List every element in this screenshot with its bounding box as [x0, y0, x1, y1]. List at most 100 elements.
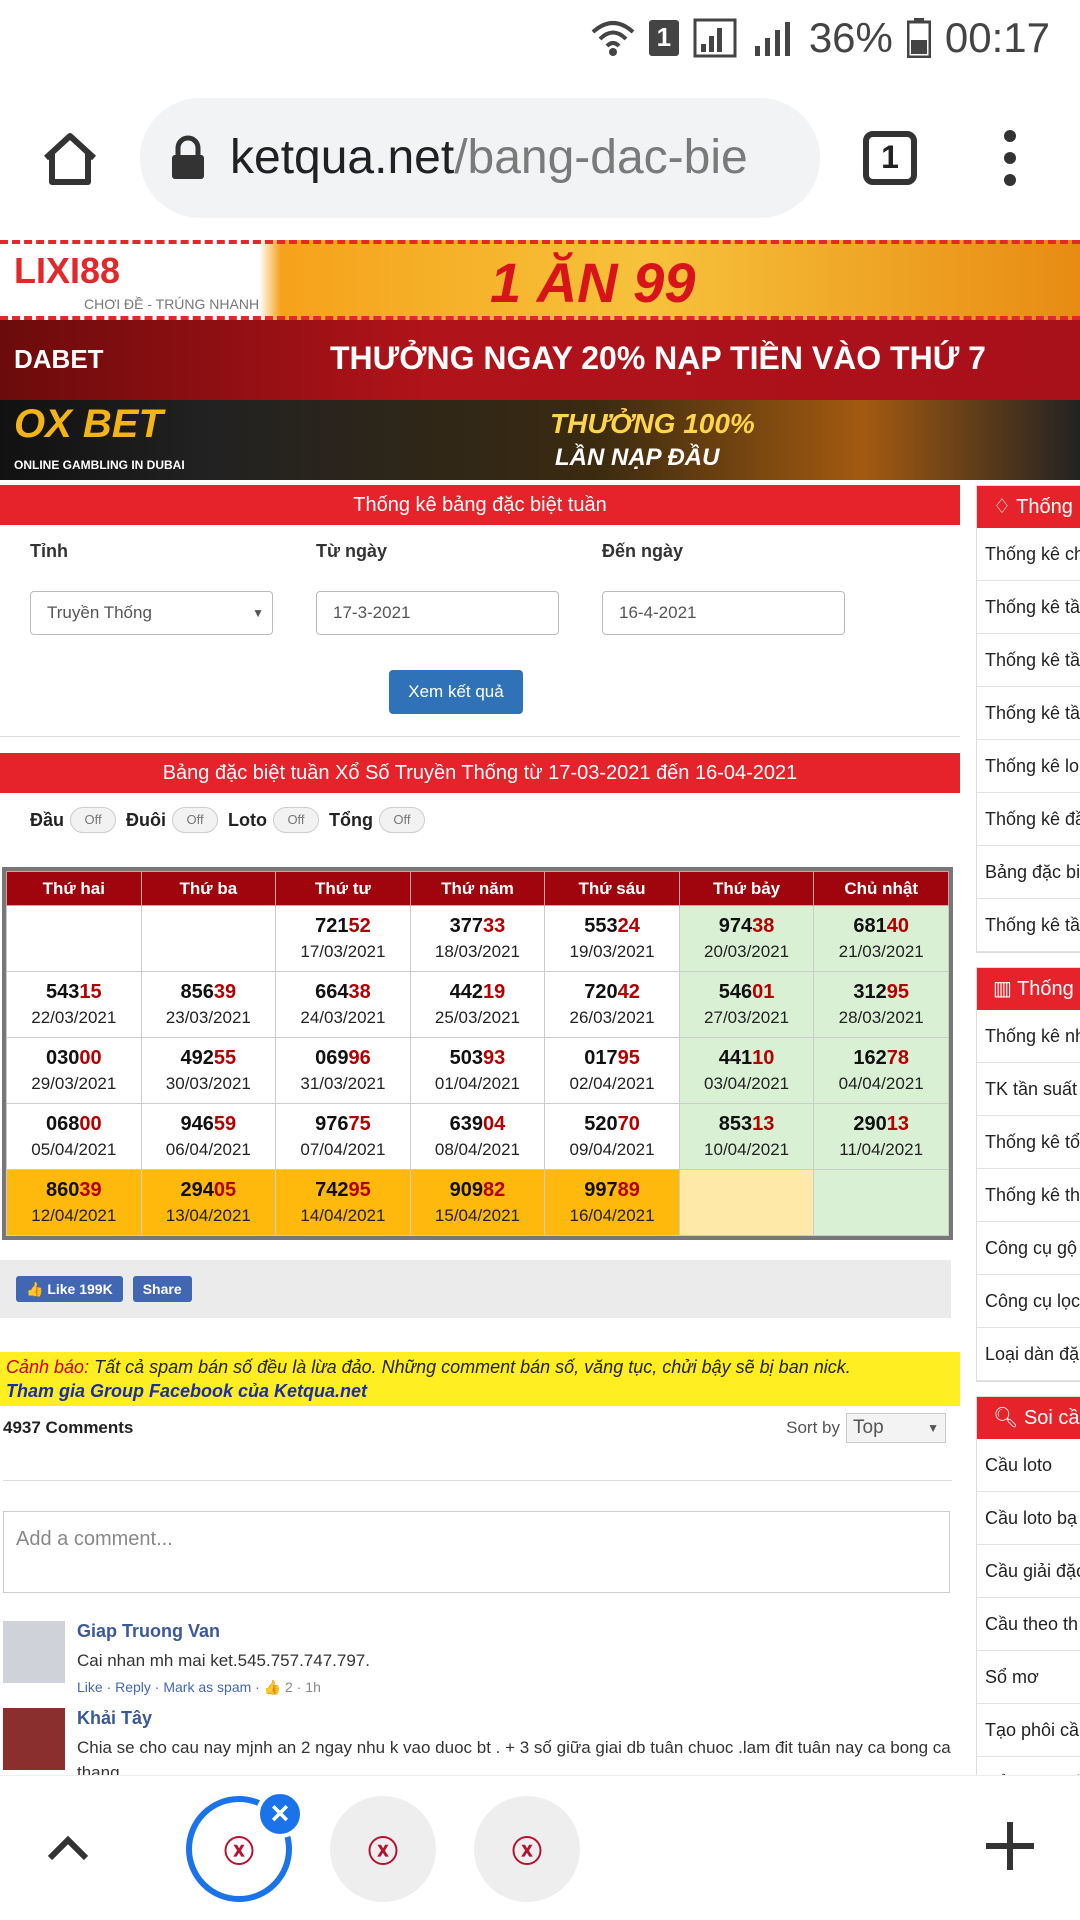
facebook-group-link[interactable]: Tham gia Group Facebook của Ketqua.net — [6, 1379, 954, 1403]
menu-button[interactable] — [960, 108, 1060, 208]
tab-thumbnail-active[interactable]: ⓧ × — [186, 1790, 304, 1902]
banner-oxbet[interactable]: OX BET ONLINE GAMBLING IN DUBAI THƯỞNG 1… — [0, 400, 1080, 480]
chevron-up-button[interactable] — [40, 1820, 96, 1881]
column-header: Chủ nhật — [813, 871, 949, 906]
submit-button[interactable]: Xem kết quả — [389, 670, 523, 714]
table-cell: 94659 06/04/2021 — [140, 1103, 277, 1170]
special-prize-number: 49255 — [142, 1047, 276, 1070]
fb-share-button[interactable]: Share — [132, 1276, 192, 1302]
sidebar-item[interactable]: Thống kê tầ — [977, 634, 1080, 687]
tinh-value: Truyền Thống — [47, 603, 152, 622]
add-comment-input[interactable]: Add a comment... — [3, 1511, 950, 1593]
wifi-icon — [591, 18, 635, 58]
sidebar: ♢ Thống Thống kê chThống kê tầ lotoThống… — [976, 485, 1080, 1775]
banner-lixi88-logo: LIXI88 — [14, 250, 121, 291]
warning-text: Tất cả spam bán số đều là lừa đảo. Những… — [89, 1357, 851, 1377]
url-host: ketqua.net — [230, 131, 455, 184]
table-cell: 74295 14/04/2021 — [275, 1169, 411, 1236]
sort-select[interactable]: Top ▼ — [846, 1413, 946, 1443]
sidebar-item[interactable]: Sổ mơ — [977, 1651, 1080, 1704]
to-date-input[interactable]: 16-4-2021 — [602, 591, 845, 635]
comment-author[interactable]: Khải Tây — [77, 1708, 960, 1729]
toggle-bar: Đầu Off Đuôi Off Loto Off Tổng Off — [0, 793, 960, 847]
sidebar-item[interactable]: Công cụ gộ — [977, 1222, 1080, 1275]
search-icon: 🔍︎ — [993, 1407, 1024, 1429]
sidebar-item[interactable]: Thống kê tầ loto — [977, 581, 1080, 634]
banner-dabet[interactable]: DABET THƯỞNG NGAY 20% NẠP TIỀN VÀO THỨ 7 — [0, 320, 1080, 400]
sidebar-item[interactable]: Tạo phôi cầ — [977, 1704, 1080, 1757]
sidebar-item[interactable]: Công cụ lọc VIP — [977, 1275, 1080, 1328]
sidebar-item[interactable]: Thống kê th — [977, 1169, 1080, 1222]
sidebar-item[interactable]: TK tần suất — [977, 1063, 1080, 1116]
number-suffix: 78 — [886, 1047, 909, 1069]
special-prize-number: 63904 — [411, 1113, 545, 1136]
number-suffix: 95 — [617, 1047, 640, 1069]
home-button[interactable] — [20, 108, 120, 208]
sidebar-item[interactable]: Cầu giải đặc — [977, 1545, 1080, 1598]
sidebar-item[interactable]: Cầu loto bạ — [977, 1492, 1080, 1545]
number-suffix: 04 — [483, 1113, 506, 1135]
comment-author[interactable]: Giap Truong Van — [77, 1621, 370, 1642]
table-cell — [813, 1169, 949, 1236]
table-cell: 55324 19/03/2021 — [544, 905, 680, 972]
number-suffix: 55 — [213, 1047, 237, 1069]
new-tab-button[interactable] — [980, 1816, 1040, 1881]
draw-date: 15/04/2021 — [434, 1206, 521, 1225]
tab-thumbnail[interactable]: ⓧ — [330, 1796, 436, 1902]
comment-meta[interactable]: Like · Reply · Mark as spam · — [77, 1679, 264, 1695]
tinh-select[interactable]: Truyền Thống ▼ — [30, 591, 273, 635]
number-prefix: 030 — [45, 1047, 80, 1069]
sidebar-item[interactable]: Thống kê tầ theo Đặc Bi — [977, 899, 1080, 952]
banner-lixi88[interactable]: LIXI88 CHƠI ĐỀ - TRÚNG NHANH 1 ĂN 99 — [0, 240, 1080, 320]
comment-item: Giap Truong Van Cai nhan mh mai ket.545.… — [0, 1621, 960, 1696]
close-tab-icon[interactable]: × — [256, 1790, 304, 1838]
sidebar-header: ▥ Thống — [977, 968, 1080, 1010]
chevron-up-icon — [47, 1835, 89, 1861]
toggle-switch[interactable]: Off — [172, 807, 219, 833]
from-date-input[interactable]: 17-3-2021 — [316, 591, 559, 635]
avatar — [3, 1708, 65, 1770]
sidebar-item[interactable]: Cầu theo th — [977, 1598, 1080, 1651]
number-prefix: 503 — [449, 1047, 484, 1069]
avatar — [3, 1621, 65, 1683]
bar-chart-icon: ▥ — [993, 978, 1018, 1000]
sidebar-item[interactable]: Thống kê tổ — [977, 1116, 1080, 1169]
number-prefix: 546 — [718, 981, 753, 1003]
draw-date: 28/03/2021 — [838, 1008, 924, 1027]
sidebar-item[interactable]: Tổng hợp cầ — [977, 1757, 1080, 1775]
sidebar-item[interactable]: Thống kê ch — [977, 528, 1080, 581]
table-cell: 49255 30/03/2021 — [140, 1037, 277, 1104]
sidebar-item[interactable]: Thống kê lo — [977, 740, 1080, 793]
tab-thumbnail[interactable]: ⓧ — [474, 1796, 580, 1902]
number-suffix: 38 — [348, 981, 371, 1003]
tabs-button[interactable]: 1 — [840, 108, 940, 208]
sidebar-item[interactable]: Thống kê tầ loto — [977, 687, 1080, 740]
toggle-switch[interactable]: Off — [273, 807, 319, 833]
number-suffix: 13 — [886, 1113, 909, 1135]
caret-down-icon: ▼ — [252, 606, 264, 620]
number-suffix: 42 — [617, 981, 640, 1003]
table-cell: 52070 09/04/2021 — [544, 1103, 680, 1170]
table-header: Thứ hai Thứ ba Thứ tư Thứ năm Thứ sáu Thứ bảy… — [6, 871, 949, 906]
draw-date: 12/04/2021 — [31, 1206, 117, 1225]
number-prefix: 290 — [853, 1113, 887, 1135]
caret-down-icon: ▼ — [927, 1421, 939, 1435]
sidebar-box-soicau: 🔍︎ Soi cầ Cầu loto Cầu loto bạ Cầu giải đặ… — [976, 1396, 1080, 1775]
comment-actions: Like · Reply · Mark as spam · 👍 2 · 1h — [77, 1679, 370, 1696]
sidebar-item[interactable]: Cầu loto — [977, 1439, 1080, 1492]
sidebar-list: Cầu loto Cầu loto bạ Cầu giải đặc Cầu theo … — [977, 1439, 1080, 1775]
url-bar[interactable]: ketqua.net/bang-dac-bie — [140, 97, 820, 218]
table-cell: 66438 24/03/2021 — [275, 971, 411, 1038]
toggle-switch[interactable]: Off — [70, 807, 117, 833]
table-cell — [678, 1169, 815, 1236]
special-prize-number: 86039 — [7, 1179, 141, 1202]
toggle-switch[interactable]: Off — [378, 807, 425, 833]
table-cell: 29013 11/04/2021 — [813, 1103, 949, 1170]
number-prefix: 976 — [315, 1113, 349, 1135]
banner-oxbet-sub: ONLINE GAMBLING IN DUBAI — [14, 458, 185, 472]
sidebar-item[interactable]: Thống kê đầ — [977, 793, 1080, 846]
fb-like-button[interactable]: 👍 Like 199K — [16, 1276, 123, 1302]
sidebar-item[interactable]: Loại dàn đặ — [977, 1328, 1080, 1381]
sidebar-item[interactable]: Thống kê nh — [977, 1010, 1080, 1063]
sidebar-item[interactable]: Bảng đặc bi — [977, 846, 1080, 899]
